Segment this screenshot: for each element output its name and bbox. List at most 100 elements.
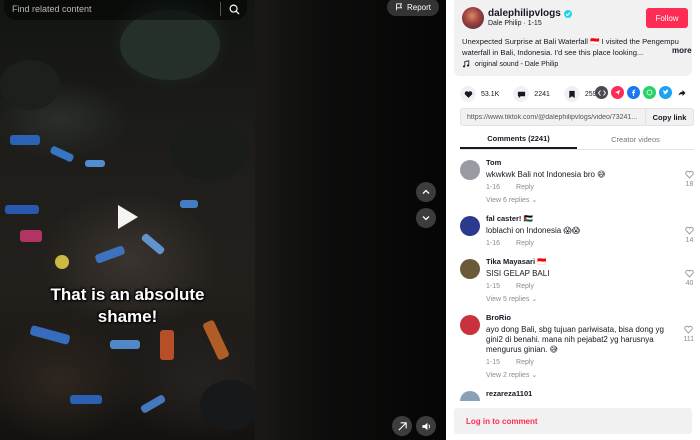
commenter-avatar[interactable] (460, 315, 480, 335)
view-replies-link[interactable]: View 6 replies ⌄ (486, 196, 694, 204)
chevron-down-icon (422, 216, 430, 221)
commenter-avatar[interactable] (460, 216, 480, 236)
comment-date: 1-16 (486, 184, 501, 191)
comment-like[interactable]: 14 (685, 226, 694, 244)
reply-button[interactable]: Reply (516, 184, 534, 191)
twitter-icon[interactable] (659, 86, 672, 99)
heart-icon (460, 86, 476, 102)
comment-date: 1-15 (486, 283, 501, 290)
comment-like-count: 18 (685, 181, 694, 188)
comment-item: fal caster! 🇵🇸 loblachi on Indonesia 😱😱 … (460, 214, 694, 247)
share-link-bar: https://www.tiktok.com/@dalephilipvlogs/… (460, 108, 694, 126)
like-action[interactable]: 53.1K (460, 86, 499, 102)
comment-text: SISI GELAP BALI (486, 269, 550, 278)
comment-action[interactable]: 2241 (513, 86, 550, 102)
search-input[interactable] (4, 0, 220, 20)
tab-creator-videos[interactable]: Creator videos (577, 130, 694, 149)
plastic-cap (55, 255, 69, 269)
rock-shape (200, 380, 255, 430)
commenter-avatar[interactable] (460, 160, 480, 180)
comment-meta: 1-15 Reply (486, 359, 694, 366)
comment-like-count: 14 (685, 237, 694, 244)
comment-meta: 1-16 Reply (486, 184, 694, 191)
view-replies-link[interactable]: View 2 replies ⌄ (486, 371, 694, 379)
search-bar (4, 0, 247, 20)
comment-count: 2241 (534, 90, 550, 98)
report-button[interactable]: Report (387, 0, 440, 16)
comment-like[interactable]: 40 (685, 269, 694, 287)
panel-tabs: Comments (2241) Creator videos (460, 130, 694, 150)
chevron-down-icon: ⌄ (531, 372, 538, 379)
author-avatar[interactable] (462, 7, 484, 29)
share-arrow-icon[interactable] (675, 86, 688, 99)
next-video-button[interactable] (416, 208, 436, 228)
author-name-row: dalephilipvlogs (488, 8, 572, 19)
comment-meta: 1-16 Reply (486, 240, 694, 247)
comment-like-count: 40 (685, 280, 694, 287)
commenter-name[interactable]: Tom (486, 158, 694, 167)
chevron-down-icon: ⌄ (531, 296, 538, 303)
whatsapp-icon[interactable] (643, 86, 656, 99)
commenter-avatar[interactable] (460, 391, 480, 401)
login-to-comment-button[interactable]: Log in to comment (454, 408, 692, 434)
comment-item: rezareza1101 (460, 389, 694, 401)
sound-link[interactable]: original sound - Dale Philip (462, 60, 558, 68)
comment-date: 1-16 (486, 240, 501, 247)
view-replies-label: View 2 replies (486, 372, 530, 379)
plastic-bottle (5, 205, 39, 214)
plastic-bottle (10, 135, 40, 145)
heart-outline-icon (685, 226, 694, 235)
play-button[interactable] (112, 202, 142, 232)
commenter-name[interactable]: BroRio (486, 313, 694, 322)
rock-shape (0, 60, 60, 110)
facebook-icon[interactable] (627, 86, 640, 99)
comment-text: wkwkwk Bali not Indonesia bro 😅 (486, 170, 606, 179)
send-to-friends-icon[interactable] (611, 86, 624, 99)
commenter-name[interactable]: Tika Mayasari 🇮🇩 (486, 257, 694, 266)
author-display-name: Dale Philip (488, 20, 522, 27)
plastic-bottle (139, 394, 167, 414)
comment-like-count: 111 (683, 336, 694, 343)
video-stage: That is an absolute shame! Report (0, 0, 446, 440)
video-caption: That is an absolute shame! (50, 285, 205, 326)
comment-text: loblachi on Indonesia 😱😱 (486, 226, 581, 235)
comment-item: Tom wkwkwk Bali not Indonesia bro 😅 1-16… (460, 158, 694, 204)
comment-item: BroRio ayo dong Bali, sbg tujuan pariwis… (460, 313, 694, 379)
author-meta: Dale Philip · 1-15 (488, 20, 542, 27)
previous-video-button[interactable] (416, 182, 436, 202)
bookmark-icon (563, 86, 580, 102)
author-username[interactable]: dalephilipvlogs (488, 8, 561, 19)
comment-like[interactable]: 111 (683, 325, 694, 343)
search-button[interactable] (221, 0, 247, 20)
comment-like[interactable]: 18 (685, 170, 694, 188)
share-link-text[interactable]: https://www.tiktok.com/@dalephilipvlogs/… (461, 114, 645, 121)
follow-button[interactable]: Follow (646, 8, 688, 28)
reply-button[interactable]: Reply (516, 283, 534, 290)
embed-icon[interactable] (595, 86, 608, 99)
heart-outline-icon (685, 170, 694, 179)
commenter-avatar[interactable] (460, 259, 480, 279)
heart-outline-icon (685, 269, 694, 278)
verified-badge-icon (563, 9, 572, 18)
reply-button[interactable]: Reply (516, 240, 534, 247)
plastic-wrapper (20, 230, 42, 242)
view-replies-label: View 5 replies (486, 296, 530, 303)
share-buttons (595, 86, 688, 99)
action-bar: 53.1K 2241 2597 (460, 86, 692, 102)
float-player-button[interactable] (392, 416, 412, 436)
view-replies-label: View 6 replies (486, 197, 530, 204)
details-panel: dalephilipvlogs Dale Philip · 1-15 Follo… (446, 0, 700, 440)
view-replies-link[interactable]: View 5 replies ⌄ (486, 295, 694, 303)
copy-link-button[interactable]: Copy link (645, 109, 693, 125)
reply-button[interactable]: Reply (516, 359, 534, 366)
comment-date: 1-15 (486, 359, 501, 366)
plastic-bottle (49, 145, 75, 163)
rock-shape (170, 120, 250, 180)
commenter-name[interactable]: fal caster! 🇵🇸 (486, 214, 694, 223)
more-link[interactable]: more (672, 46, 692, 55)
chevron-down-icon: ⌄ (531, 197, 538, 204)
comment-meta: 1-15 Reply (486, 283, 694, 290)
commenter-name[interactable]: rezareza1101 (486, 389, 694, 398)
tab-comments[interactable]: Comments (2241) (460, 130, 577, 149)
volume-button[interactable] (416, 416, 436, 436)
